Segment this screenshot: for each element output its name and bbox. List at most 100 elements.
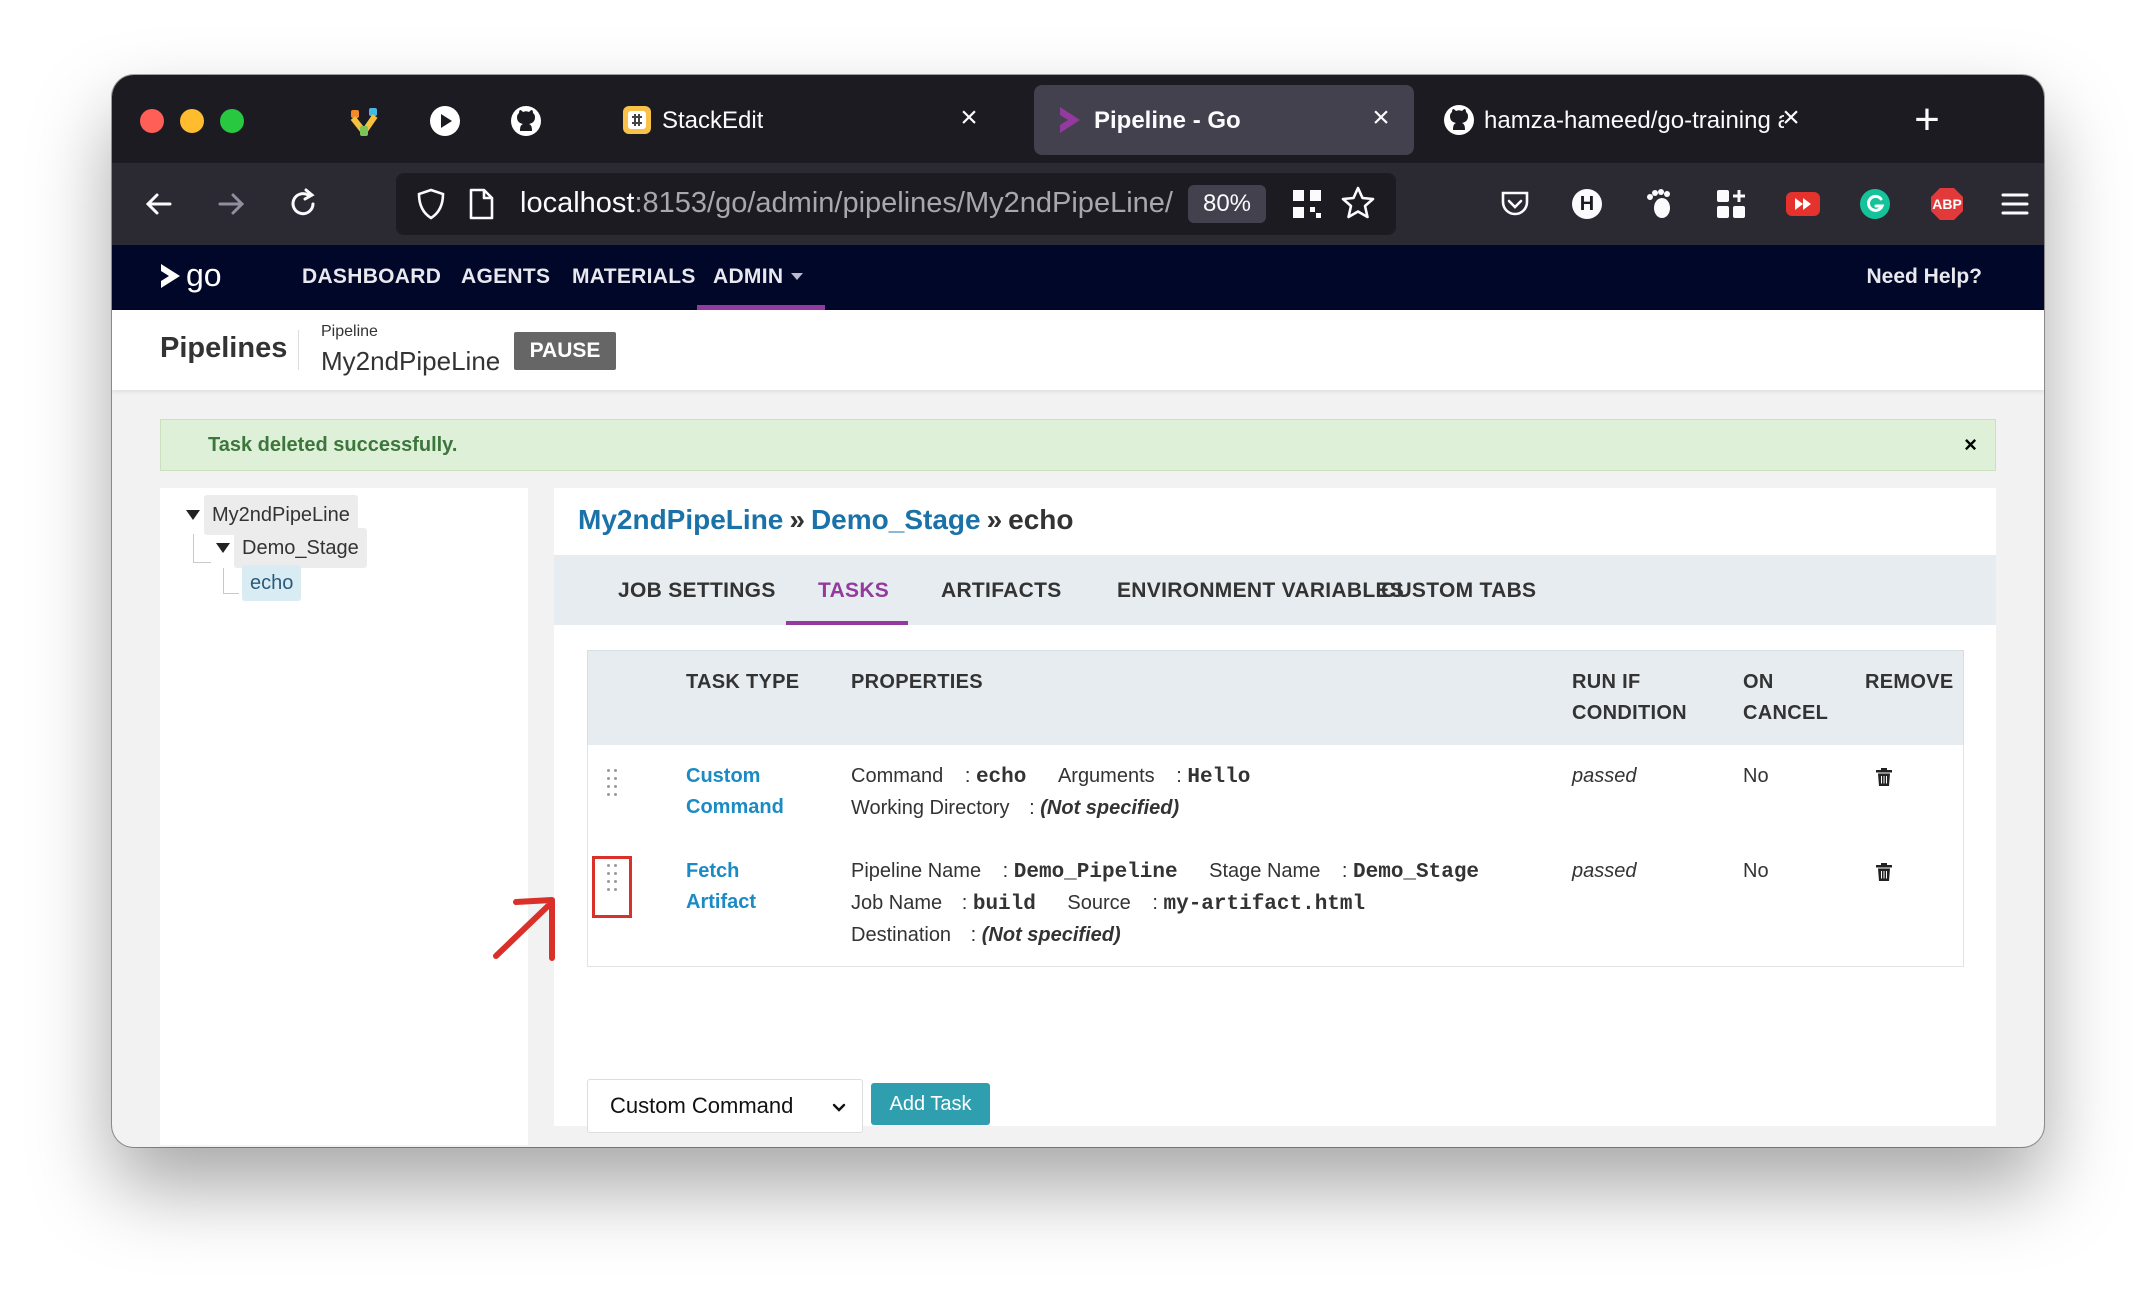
- back-button[interactable]: [138, 183, 180, 225]
- page-info-icon[interactable]: [466, 187, 496, 221]
- tab-pipeline-go[interactable]: Pipeline - Go ×: [1034, 85, 1414, 155]
- gocd-header: go DASHBOARD AGENTS MATERIALS ADMIN Need…: [112, 245, 2044, 310]
- extension-h-button[interactable]: H: [1566, 183, 1608, 225]
- tasks-table-header: TASK TYPE PROPERTIES RUN IF CONDITION ON C…: [587, 650, 1964, 747]
- drag-handle-icon[interactable]: [605, 767, 619, 796]
- prop-colon: :: [970, 924, 977, 946]
- need-help-link[interactable]: Need Help?: [1866, 265, 1982, 289]
- url-host: localhost: [520, 187, 635, 219]
- task-type-link[interactable]: Fetch Artifact: [686, 856, 756, 918]
- close-flash-icon[interactable]: ×: [1964, 432, 1977, 458]
- tab-tasks[interactable]: TASKS: [818, 579, 889, 603]
- grammarly-icon: [1860, 189, 1890, 219]
- header-on-cancel-line2: CANCEL: [1743, 702, 1829, 724]
- close-tab-icon[interactable]: ×: [1366, 103, 1396, 133]
- pinned-tab-play[interactable]: [425, 101, 465, 141]
- breadcrumb-stage-link[interactable]: Demo_Stage: [811, 504, 981, 535]
- prop-colon: :: [961, 892, 968, 914]
- nav-materials[interactable]: MATERIALS: [572, 265, 696, 289]
- abp-label: ABP: [1932, 196, 1962, 212]
- pinned-tab-github[interactable]: [506, 101, 546, 141]
- tab-stackedit[interactable]: StackEdit ×: [602, 85, 1002, 155]
- tab-job-settings[interactable]: JOB SETTINGS: [618, 579, 776, 603]
- delete-task-trash-icon[interactable]: [1876, 768, 1892, 786]
- ext-hub-letter: H: [1579, 192, 1595, 215]
- collapse-pipeline-caret-icon[interactable]: [186, 510, 200, 520]
- pinned-tab-bookmark-app[interactable]: [344, 101, 384, 141]
- extensions-grid-button[interactable]: [1710, 183, 1752, 225]
- prop-colon: :: [1002, 860, 1009, 882]
- nav-admin-label: ADMIN: [713, 265, 784, 288]
- add-task-button[interactable]: Add Task: [871, 1083, 990, 1125]
- shield-icon[interactable]: [414, 187, 448, 221]
- page-subheader: Pipelines Pipeline My2ndPipeLine PAUSE: [112, 310, 2044, 390]
- prop-value: my-artifact.html: [1163, 893, 1366, 916]
- extension-video-button[interactable]: [1782, 183, 1824, 225]
- header-on-cancel-line1: ON: [1743, 671, 1774, 693]
- annotation-arrow-icon: [493, 897, 555, 961]
- nav-agents[interactable]: AGENTS: [461, 265, 550, 289]
- prop-label: Working Directory: [851, 797, 1010, 819]
- annotation-highlight-box: [592, 856, 632, 918]
- pocket-icon: [1501, 191, 1529, 216]
- nav-dashboard[interactable]: DASHBOARD: [302, 265, 441, 289]
- tab-environment-variables[interactable]: ENVIRONMENT VARIABLES: [1117, 579, 1404, 603]
- zoom-window-button[interactable]: [220, 109, 244, 133]
- pipeline-caption: Pipeline: [321, 323, 378, 340]
- pause-button[interactable]: PAUSE: [514, 332, 616, 370]
- new-tab-button[interactable]: +: [1902, 95, 1952, 145]
- app-menu-button[interactable]: [1994, 183, 2036, 225]
- breadcrumb-separator: »: [986, 504, 1003, 535]
- job-tabs-bar: JOB SETTINGS TASKS ARTIFACTS ENVIRONMENT…: [554, 555, 1996, 625]
- tab-title: StackEdit: [662, 107, 764, 134]
- reload-icon: [291, 188, 315, 216]
- qr-code-icon[interactable]: [1290, 187, 1324, 221]
- close-window-button[interactable]: [140, 109, 164, 133]
- minimize-window-button[interactable]: [180, 109, 204, 133]
- gocd-logo[interactable]: go: [158, 257, 222, 294]
- tab-github-repo[interactable]: hamza-hameed/go-training at ×: [1424, 85, 1824, 155]
- video-speed-icon: [1786, 192, 1820, 216]
- nav-admin[interactable]: ADMIN: [713, 265, 804, 289]
- collapse-stage-caret-icon[interactable]: [216, 543, 230, 553]
- colorful-app-icon: [350, 108, 378, 136]
- url-text[interactable]: localhost:8153/go/admin/pipelines/My2ndP…: [520, 187, 1180, 220]
- stackedit-favicon-icon: [623, 106, 651, 134]
- hamburger-menu-icon: [2001, 193, 2029, 215]
- forward-button[interactable]: [210, 183, 252, 225]
- zoom-level-button[interactable]: 80%: [1188, 185, 1266, 223]
- reload-button[interactable]: [282, 183, 324, 225]
- extension-gnome-button[interactable]: [1638, 183, 1680, 225]
- adblock-plus-button[interactable]: ABP: [1926, 183, 1968, 225]
- header-run-if-line2: CONDITION: [1572, 702, 1687, 724]
- pipelines-link[interactable]: Pipelines: [160, 332, 287, 365]
- delete-task-trash-icon[interactable]: [1876, 863, 1892, 881]
- header-on-cancel: ON CANCEL: [1743, 667, 1828, 729]
- tree-node-stage[interactable]: Demo_Stage: [234, 528, 367, 568]
- tree-connector: [223, 568, 224, 593]
- arrow-right-icon: [218, 193, 245, 215]
- breadcrumb-pipeline-link[interactable]: My2ndPipeLine: [578, 504, 783, 535]
- task-type-select[interactable]: Custom Command: [587, 1079, 863, 1133]
- tree-node-job[interactable]: echo: [242, 565, 302, 601]
- task-type-line2: Artifact: [686, 891, 757, 913]
- table-row: Custom Command Command : echo Arguments :…: [587, 745, 1964, 841]
- tab-title: hamza-hameed/go-training at: [1484, 107, 1784, 134]
- caret-down-icon: [791, 273, 804, 281]
- pocket-button[interactable]: [1494, 183, 1536, 225]
- active-tab-indicator: [786, 621, 908, 625]
- close-tab-icon[interactable]: ×: [1776, 103, 1806, 133]
- flash-text: Task deleted successfully.: [208, 434, 458, 456]
- bookmark-star-icon[interactable]: [1340, 185, 1376, 221]
- task-type-link[interactable]: Custom Command: [686, 761, 784, 823]
- close-tab-icon[interactable]: ×: [954, 103, 984, 133]
- grammarly-button[interactable]: [1854, 183, 1896, 225]
- tab-artifacts[interactable]: ARTIFACTS: [941, 579, 1062, 603]
- pipeline-name-title: My2ndPipeLine: [321, 346, 501, 376]
- task-type-select-value: Custom Command: [610, 1093, 794, 1118]
- success-flash-message: Task deleted successfully. ×: [160, 419, 1996, 471]
- tab-custom-tabs[interactable]: CUSTOM TABS: [1381, 579, 1536, 603]
- address-bar[interactable]: localhost:8153/go/admin/pipelines/My2ndP…: [396, 173, 1396, 235]
- prop-colon: :: [1341, 860, 1348, 882]
- prop-value: Hello: [1187, 766, 1251, 789]
